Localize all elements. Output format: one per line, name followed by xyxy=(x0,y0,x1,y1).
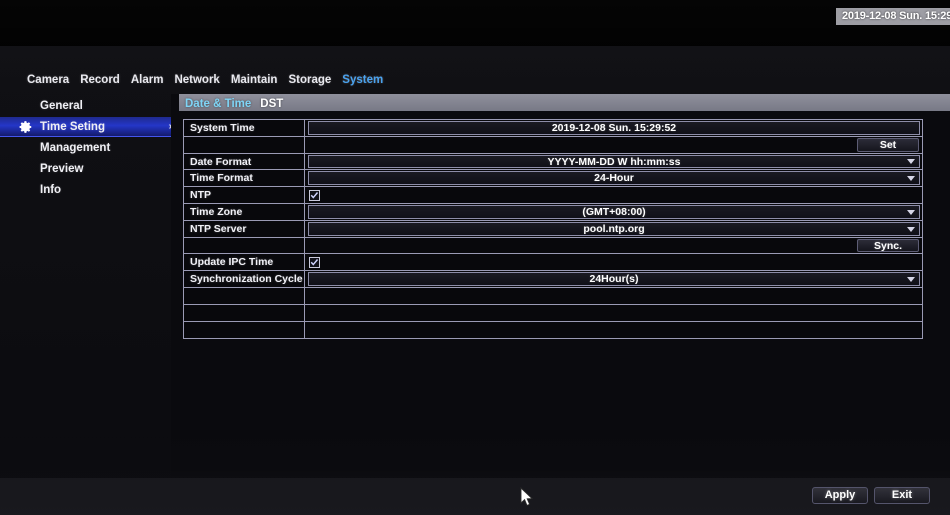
dropdown-value: 24Hour(s) xyxy=(589,273,639,286)
sidebar-item-general[interactable]: General xyxy=(0,96,180,116)
menu-item-system[interactable]: System xyxy=(342,71,383,89)
row-label-update-ipc-time: Update IPC Time xyxy=(184,254,305,271)
sidebar-item-label: General xyxy=(40,100,83,112)
chevron-down-icon xyxy=(907,226,915,232)
check-icon xyxy=(310,258,319,266)
dvr-screen: 2019-12-08 Sun. 15:29:5 Camera Record Alar… xyxy=(0,0,950,515)
row-value-cell: pool.ntp.org xyxy=(305,221,922,237)
row-label-empty xyxy=(184,304,305,321)
sidebar-item-info[interactable]: Info xyxy=(0,180,180,200)
menu-item-camera[interactable]: Camera xyxy=(27,71,69,89)
input-system-time[interactable]: 2019-12-08 Sun. 15:29:52 xyxy=(308,121,920,135)
settings-row: NTP xyxy=(184,187,922,204)
menu-item-network[interactable]: Network xyxy=(174,71,219,89)
row-value-cell: 2019-12-08 Sun. 15:29:52 xyxy=(305,120,922,136)
row-label-synchronization-cycle: Synchronization Cycle xyxy=(184,271,305,287)
sidebar-item-time-seting[interactable]: Time Seting› xyxy=(0,117,180,137)
dropdown-value: pool.ntp.org xyxy=(583,222,645,235)
chevron-down-icon xyxy=(907,277,915,283)
dropdown-date-format[interactable]: YYYY-MM-DD W hh:mm:ss xyxy=(308,154,920,169)
sidebar-item-label: Info xyxy=(40,184,62,196)
settings-row: Sync. xyxy=(184,237,922,255)
row-value-cell: (GMT+08:00) xyxy=(305,204,922,220)
check-icon xyxy=(310,191,319,199)
row-value-cell xyxy=(305,322,922,339)
settings-panel: Camera Record Alarm Network Maintain Storage S… xyxy=(0,46,950,494)
dropdown-ntp-server[interactable]: pool.ntp.org xyxy=(308,221,920,236)
tab-dst[interactable]: DST xyxy=(260,96,283,113)
row-label-system-time: System Time xyxy=(184,120,305,136)
menu-item-storage[interactable]: Storage xyxy=(288,71,331,89)
checkbox-update-ipc-time[interactable] xyxy=(309,256,320,268)
row-value-cell xyxy=(305,288,922,304)
dropdown-value: 24-Hour xyxy=(594,172,634,185)
main-menubar[interactable]: Camera Record Alarm Network Maintain Storage S… xyxy=(0,70,950,88)
apply-button[interactable]: Apply xyxy=(812,487,868,504)
row-label-time-format: Time Format xyxy=(184,170,305,187)
sidebar-item-management[interactable]: Management xyxy=(0,138,180,158)
row-label-empty xyxy=(184,321,305,339)
osd-timestamp: 2019-12-08 Sun. 15:29:5 xyxy=(836,8,950,25)
sidebar-item-preview[interactable]: Preview xyxy=(0,159,180,179)
dropdown-value: (GMT+08:00) xyxy=(582,205,646,218)
settings-row: System Time 2019-12-08 Sun. 15:29:52 xyxy=(184,120,922,137)
settings-table: System Time 2019-12-08 Sun. 15:29:52 Set Da… xyxy=(183,119,923,340)
row-label-empty xyxy=(184,287,305,304)
row-value-cell xyxy=(305,254,922,270)
menu-item-maintain[interactable]: Maintain xyxy=(231,71,278,89)
set-button[interactable]: Set xyxy=(857,137,919,152)
menu-item-record[interactable]: Record xyxy=(80,71,120,89)
menu-item-alarm[interactable]: Alarm xyxy=(131,71,164,89)
row-value-cell: 24Hour(s) xyxy=(305,271,922,287)
exit-button[interactable]: Exit xyxy=(874,487,930,504)
settings-row: Time Zone (GMT+08:00) xyxy=(184,203,922,221)
content-area: Date & Time DST System Time 2019-12-08 Sun… xyxy=(171,94,950,476)
row-value-cell: Sync. xyxy=(305,238,922,254)
row-label-ntp-server: NTP Server xyxy=(184,220,305,237)
dropdown-value: YYYY-MM-DD W hh:mm:ss xyxy=(547,155,681,168)
tab-bar[interactable]: Date & Time DST xyxy=(179,94,950,111)
settings-row: Synchronization Cycle 24Hour(s) xyxy=(184,271,922,288)
row-label-ntp: NTP xyxy=(184,187,305,203)
bottom-bar: Apply Exit xyxy=(0,478,950,515)
sidebar-item-label: Management xyxy=(40,142,111,154)
settings-row: Update IPC Time xyxy=(184,254,922,272)
tab-date-time[interactable]: Date & Time xyxy=(185,96,251,113)
sidebar-nav[interactable]: General Time Seting› Management Preview Info… xyxy=(0,96,180,494)
row-label-empty xyxy=(184,136,305,153)
settings-row xyxy=(184,321,922,339)
row-value-cell: YYYY-MM-DD W hh:mm:ss xyxy=(305,154,922,170)
row-value-cell: Set xyxy=(305,137,922,153)
sidebar-item-label: Time Seting xyxy=(40,121,105,133)
settings-row xyxy=(184,287,922,305)
settings-row: Set xyxy=(184,136,922,154)
chevron-down-icon xyxy=(907,209,915,215)
row-value-cell: 24-Hour xyxy=(305,170,922,186)
settings-row: Time Format 24-Hour xyxy=(184,170,922,188)
sidebar-item-label: Preview xyxy=(40,163,84,175)
dropdown-time-zone[interactable]: (GMT+08:00) xyxy=(308,204,920,219)
settings-row: NTP Server pool.ntp.org xyxy=(184,220,922,238)
chevron-down-icon xyxy=(907,159,915,165)
row-value-cell xyxy=(305,187,922,203)
sync-button[interactable]: Sync. xyxy=(857,238,919,253)
row-label-date-format: Date Format xyxy=(184,153,305,170)
dropdown-time-format[interactable]: 24-Hour xyxy=(308,171,920,186)
row-label-time-zone: Time Zone xyxy=(184,203,305,220)
settings-row xyxy=(184,304,922,322)
dropdown-synchronization-cycle[interactable]: 24Hour(s) xyxy=(308,272,920,286)
chevron-down-icon xyxy=(907,176,915,182)
gear-icon xyxy=(19,120,33,134)
row-label-empty xyxy=(184,237,305,254)
row-value-cell xyxy=(305,305,922,321)
settings-row: Date Format YYYY-MM-DD W hh:mm:ss xyxy=(184,153,922,171)
checkbox-ntp[interactable] xyxy=(309,189,320,201)
